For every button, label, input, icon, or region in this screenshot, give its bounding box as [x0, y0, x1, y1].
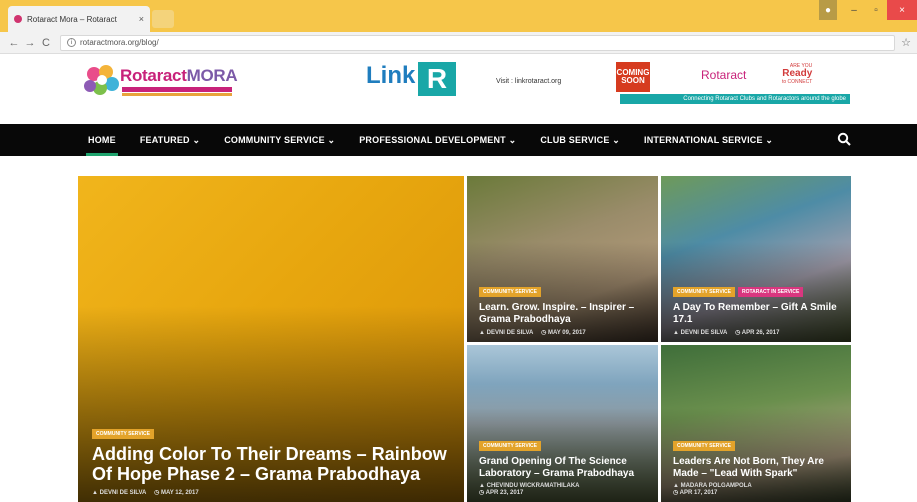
search-icon[interactable]: [837, 132, 851, 146]
post-author[interactable]: ▲ DEVNI DE SILVA: [92, 490, 146, 496]
nav-international-service[interactable]: INTERNATIONAL SERVICE ⌄: [632, 124, 785, 156]
url-text: rotaractmora.org/blog/: [80, 38, 159, 47]
post-title[interactable]: Grand Opening Of The Science Laboratory …: [479, 456, 650, 479]
browser-tab[interactable]: Rotaract Mora – Rotaract ×: [8, 6, 150, 32]
nav-home[interactable]: HOME: [76, 124, 128, 156]
category-badge[interactable]: COMMUNITY SERVICE: [673, 287, 735, 297]
banner-ready-text: ARE YOU Ready to CONNECT: [782, 63, 813, 85]
banner-link-text: Link: [366, 62, 416, 89]
favicon-icon: [14, 15, 22, 23]
logo-wordmark: RotaractMORA: [120, 66, 238, 86]
category-badge[interactable]: COMMUNITY SERVICE: [479, 287, 541, 297]
post-byline: ▲ DEVNI DE SILVA ◷ MAY 12, 2017: [92, 489, 456, 496]
featured-post-main[interactable]: COMMUNITY SERVICE Adding Color To Their …: [78, 176, 464, 502]
logo-flower-icon: [84, 65, 119, 95]
banner-rotaract-text: Rotaract: [701, 68, 747, 82]
tab-title: Rotaract Mora – Rotaract: [27, 14, 117, 24]
post-title[interactable]: A Day To Remember – Gift A Smile 17.1: [673, 302, 843, 325]
featured-post-4[interactable]: COMMUNITY SERVICE Grand Opening Of The S…: [467, 345, 658, 502]
nav-community-service[interactable]: COMMUNITY SERVICE ⌄: [212, 124, 347, 156]
bookmark-star-icon[interactable]: ☆: [901, 36, 911, 49]
post-meta: COMMUNITY SERVICE Leaders Are Not Born, …: [673, 434, 843, 496]
post-date: ◷ APR 26, 2017: [735, 330, 780, 336]
minimize-button[interactable]: –: [843, 0, 865, 20]
info-icon[interactable]: i: [67, 38, 76, 47]
logo-tagline-bar: [122, 87, 232, 92]
linkr-ad-banner[interactable]: Link R Visit : linkrotaract.org COMING S…: [366, 62, 850, 104]
nav-club-service[interactable]: CLUB SERVICE ⌄: [528, 124, 632, 156]
logo-brand-accent: MORA: [186, 66, 238, 85]
logo-tagline-bar-2: [122, 93, 232, 96]
nav-featured[interactable]: FEATURED ⌄: [128, 124, 212, 156]
post-title[interactable]: Learn. Grow. Inspire. – Inspirer – Grama…: [479, 302, 650, 325]
close-window-button[interactable]: ×: [887, 0, 917, 20]
browser-tab-strip: Rotaract Mora – Rotaract × ● – ▫ ×: [0, 0, 917, 32]
user-profile-icon[interactable]: ●: [819, 0, 837, 20]
post-date: ◷ MAY 09, 2017: [541, 330, 586, 336]
logo-brand: Rotaract: [120, 66, 187, 85]
post-meta: COMMUNITY SERVICE Adding Color To Their …: [92, 422, 456, 496]
banner-ready-main: Ready: [782, 68, 813, 80]
back-icon[interactable]: ←: [6, 37, 22, 49]
window-controls: ● – ▫ ×: [819, 0, 917, 22]
post-meta: COMMUNITY SERVICE Grand Opening Of The S…: [479, 434, 650, 496]
post-byline: ▲ MADARA POLGAMPOLA ◷ APR 17, 2017: [673, 483, 843, 496]
post-title[interactable]: Leaders Are Not Born, They Are Made – "L…: [673, 456, 843, 479]
forward-icon[interactable]: →: [22, 37, 38, 49]
post-byline: ▲ DEVNI DE SILVA ◷ APR 26, 2017: [673, 329, 843, 336]
main-navigation: HOME FEATURED ⌄ COMMUNITY SERVICE ⌄ PROF…: [0, 124, 917, 156]
post-author[interactable]: ▲ DEVNI DE SILVA: [479, 330, 533, 336]
banner-link-r: R: [418, 62, 456, 96]
featured-post-5[interactable]: COMMUNITY SERVICE Leaders Are Not Born, …: [661, 345, 851, 502]
address-bar-row: ← → C i rotaractmora.org/blog/ ☆: [0, 32, 917, 54]
site-logo[interactable]: RotaractMORA: [82, 60, 238, 102]
post-date: ◷ MAY 12, 2017: [154, 490, 199, 496]
banner-ready-sub: to CONNECT: [782, 78, 813, 85]
banner-visit-text: Visit : linkrotaract.org: [496, 78, 562, 85]
site-header: RotaractMORA Link R Visit : linkrotaract…: [0, 54, 917, 124]
banner-strip: Connecting Rotaract Clubs and Rotaractor…: [620, 94, 850, 104]
coming-soon-badge: COMING SOON: [616, 62, 650, 92]
post-author[interactable]: ▲ DEVNI DE SILVA: [673, 330, 727, 336]
post-meta: COMMUNITY SERVICE Learn. Grow. Inspire. …: [479, 280, 650, 336]
featured-post-2[interactable]: COMMUNITY SERVICE Learn. Grow. Inspire. …: [467, 176, 658, 342]
tab-close-icon[interactable]: ×: [139, 14, 144, 24]
category-badge[interactable]: COMMUNITY SERVICE: [479, 441, 541, 451]
featured-posts-grid: COMMUNITY SERVICE Adding Color To Their …: [78, 176, 851, 502]
nav-professional-development[interactable]: PROFESSIONAL DEVELOPMENT ⌄: [347, 124, 528, 156]
post-date: ◷ APR 17, 2017: [673, 490, 718, 496]
post-byline: ▲ DEVNI DE SILVA ◷ MAY 09, 2017: [479, 329, 650, 336]
post-byline: ▲ CHEVINDU WICKRAMATHILAKA ◷ APR 23, 201…: [479, 483, 650, 496]
post-date: ◷ APR 23, 2017: [479, 490, 524, 496]
post-meta: COMMUNITY SERVICE ROTARACT IN SERVICE A D…: [673, 280, 843, 336]
featured-post-3[interactable]: COMMUNITY SERVICE ROTARACT IN SERVICE A D…: [661, 176, 851, 342]
category-badge[interactable]: COMMUNITY SERVICE: [673, 441, 735, 451]
reload-icon[interactable]: C: [38, 37, 54, 49]
new-tab-button[interactable]: [152, 10, 174, 28]
category-badge[interactable]: COMMUNITY SERVICE: [92, 428, 154, 439]
post-title[interactable]: Adding Color To Their Dreams – Rainbow O…: [92, 444, 456, 485]
url-input[interactable]: i rotaractmora.org/blog/: [60, 34, 896, 51]
category-badge-2[interactable]: ROTARACT IN SERVICE: [738, 287, 804, 297]
maximize-button[interactable]: ▫: [865, 0, 887, 20]
